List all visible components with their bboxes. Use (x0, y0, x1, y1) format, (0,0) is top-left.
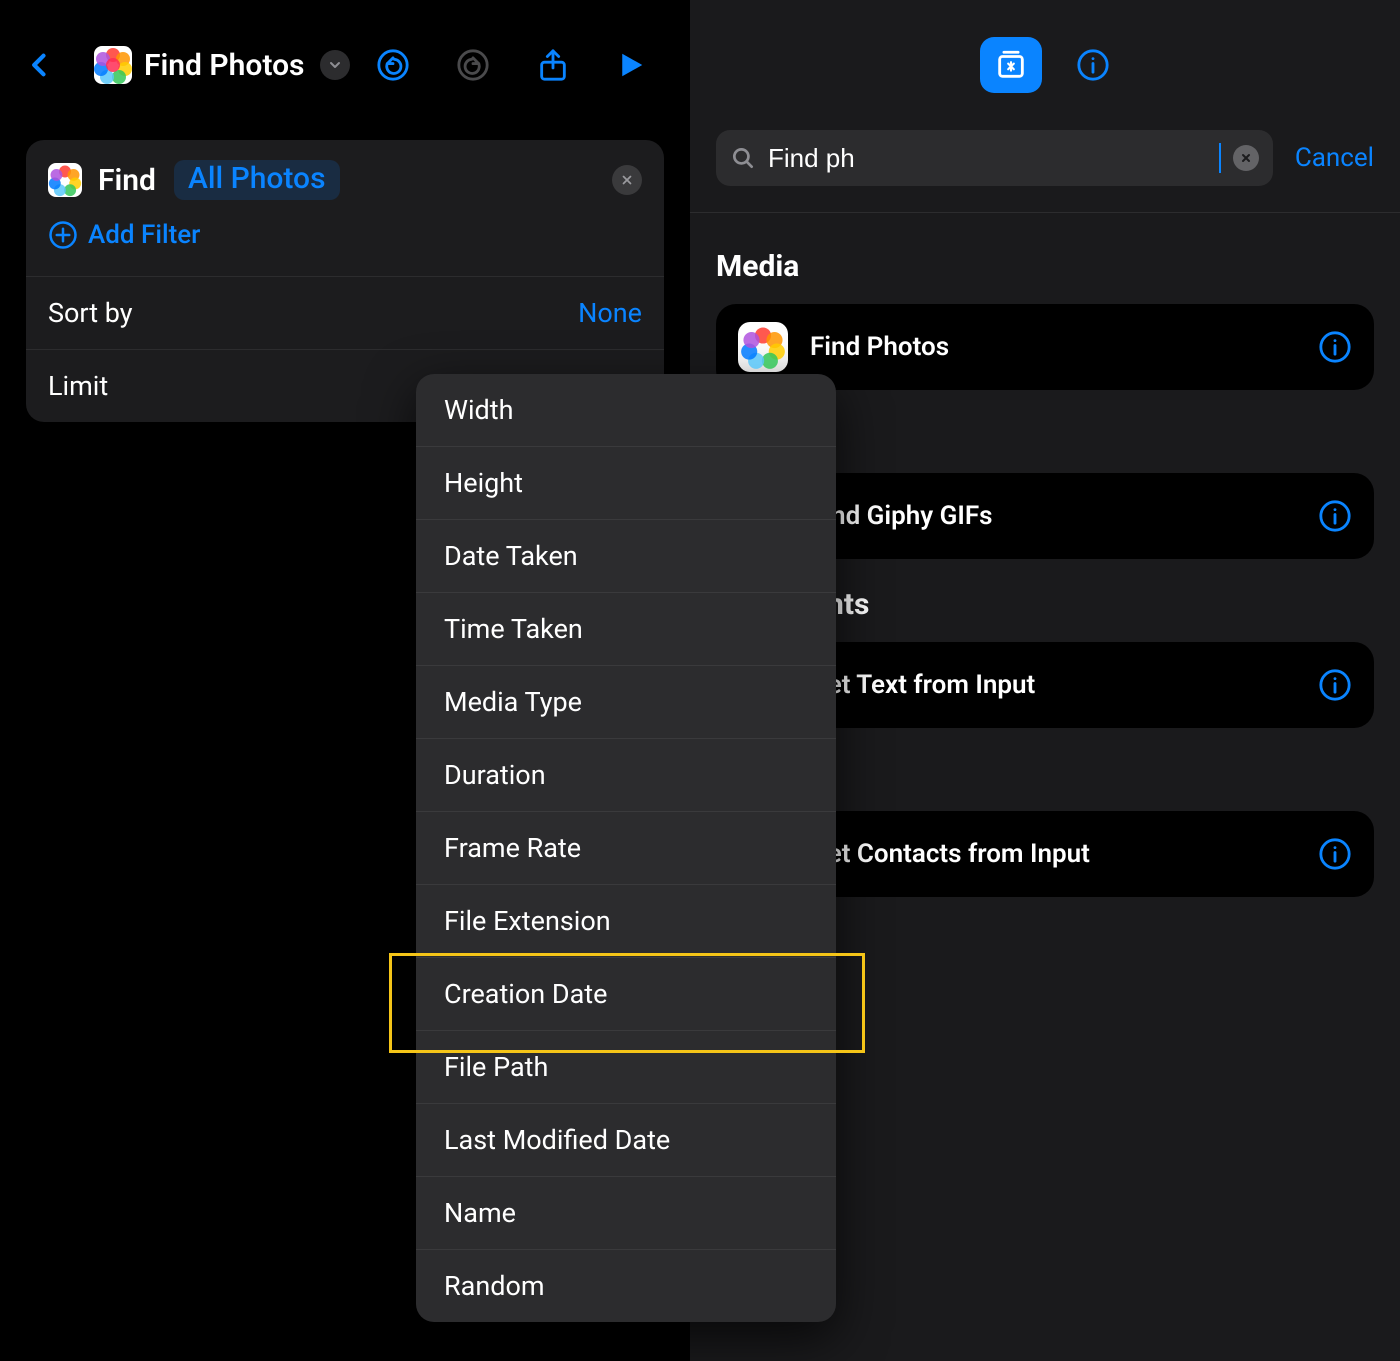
sort-by-row[interactable]: Sort by None (26, 276, 664, 349)
editor-header: Find Photos (0, 0, 690, 130)
panel-info-button[interactable] (1076, 48, 1110, 82)
photos-app-icon (94, 46, 132, 84)
action-result-label: Find Photos (810, 331, 1296, 364)
dropdown-item[interactable]: Name (416, 1177, 836, 1250)
photos-app-icon (48, 163, 82, 197)
search-row: Cancel (690, 130, 1400, 213)
photos-icon (738, 322, 788, 372)
search-clear-button[interactable] (1233, 145, 1259, 171)
sort-by-value[interactable]: None (578, 297, 642, 329)
action-result-label: Find Giphy GIFs (810, 500, 1296, 533)
dropdown-item[interactable]: Time Taken (416, 593, 836, 666)
page-title: Find Photos (144, 48, 304, 83)
action-parameter-pill[interactable]: All Photos (174, 160, 340, 200)
card-close-button[interactable] (612, 165, 642, 195)
action-result-label: Get Contacts from Input (810, 838, 1296, 871)
undo-button[interactable] (376, 48, 410, 82)
dropdown-item[interactable]: Creation Date (416, 958, 836, 1031)
limit-label: Limit (48, 370, 108, 402)
share-button[interactable] (536, 48, 570, 82)
add-filter-label: Add Filter (88, 220, 200, 250)
search-cancel-button[interactable]: Cancel (1295, 143, 1374, 173)
search-field[interactable] (716, 130, 1273, 186)
dropdown-item[interactable]: File Extension (416, 885, 836, 958)
title-dropdown-button[interactable] (320, 50, 350, 80)
dropdown-item[interactable]: Duration (416, 739, 836, 812)
dropdown-item[interactable]: Date Taken (416, 520, 836, 593)
add-filter-button[interactable]: Add Filter (26, 220, 664, 276)
action-info-button[interactable] (1318, 330, 1352, 364)
dropdown-item[interactable]: Last Modified Date (416, 1104, 836, 1177)
back-button[interactable] (26, 46, 54, 84)
dropdown-item[interactable]: Random (416, 1250, 836, 1322)
actions-tab-button[interactable] (980, 37, 1042, 93)
dropdown-item[interactable]: Frame Rate (416, 812, 836, 885)
dropdown-item[interactable]: File Path (416, 1031, 836, 1104)
text-cursor (1219, 143, 1221, 173)
section-title: Media (716, 249, 1374, 284)
dropdown-item[interactable]: Height (416, 447, 836, 520)
sort-by-label: Sort by (48, 297, 133, 329)
library-header (690, 0, 1400, 130)
dropdown-item[interactable]: Width (416, 374, 836, 447)
action-result-label: Get Text from Input (810, 669, 1296, 702)
redo-button[interactable] (456, 48, 490, 82)
editor-pane: Find Photos (0, 0, 690, 1361)
action-info-button[interactable] (1318, 668, 1352, 702)
action-info-button[interactable] (1318, 837, 1352, 871)
action-info-button[interactable] (1318, 499, 1352, 533)
search-input[interactable] (768, 130, 1211, 186)
dropdown-item[interactable]: Media Type (416, 666, 836, 739)
run-button[interactable] (616, 50, 646, 80)
sort-by-dropdown: WidthHeightDate TakenTime TakenMedia Typ… (416, 374, 836, 1322)
action-verb-label: Find (98, 163, 156, 198)
